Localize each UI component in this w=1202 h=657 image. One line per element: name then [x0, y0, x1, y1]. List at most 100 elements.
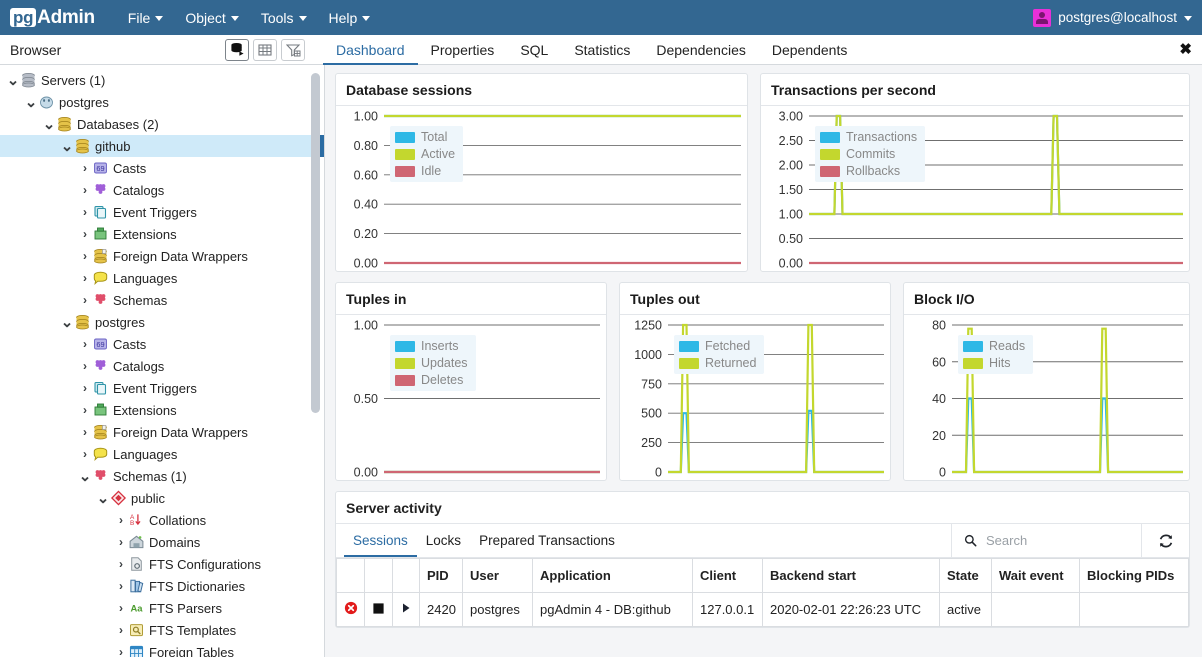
tab-locks[interactable]: Locks	[417, 524, 470, 557]
tree-item-event-triggers[interactable]: › Event Triggers	[0, 201, 324, 223]
terminate-cell[interactable]	[336, 592, 365, 627]
chevron-right-icon[interactable]: ›	[78, 205, 92, 219]
tree-item-schemas-1[interactable]: ⌄ Schemas (1)	[0, 465, 324, 487]
search-input[interactable]	[986, 533, 1129, 548]
tree-item-languages[interactable]: › Languages	[0, 267, 324, 289]
chevron-down-icon[interactable]: ⌄	[24, 95, 38, 110]
server-objects-icon-button[interactable]	[225, 38, 249, 61]
chevron-right-icon[interactable]: ›	[114, 601, 128, 615]
legend-item[interactable]: Reads	[963, 339, 1025, 353]
legend-item[interactable]: Idle	[395, 164, 455, 178]
tree-item-fts-parsers[interactable]: › Aa FTS Parsers	[0, 597, 324, 619]
chevron-right-icon[interactable]: ›	[78, 337, 92, 351]
menu-help[interactable]: Help	[318, 6, 382, 30]
tab-sessions[interactable]: Sessions	[344, 524, 417, 557]
chevron-right-icon[interactable]: ›	[114, 557, 128, 571]
grid-icon-button[interactable]	[253, 38, 277, 61]
legend-label: Deletes	[421, 373, 464, 387]
tree-item-domains[interactable]: › Domains	[0, 531, 324, 553]
tab-sql[interactable]: SQL	[507, 35, 561, 65]
tree-item-extensions[interactable]: › Extensions	[0, 223, 324, 245]
legend-item[interactable]: Total	[395, 130, 455, 144]
chevron-right-icon[interactable]: ›	[78, 403, 92, 417]
tab-properties[interactable]: Properties	[418, 35, 508, 65]
chevron-down-icon[interactable]: ⌄	[42, 117, 56, 132]
tree-item-extensions[interactable]: › Extensions	[0, 399, 324, 421]
legend-item[interactable]: Rollbacks	[820, 164, 917, 178]
chevron-right-icon[interactable]: ›	[114, 645, 128, 657]
chevron-right-icon[interactable]: ›	[114, 535, 128, 549]
tree-item-postgres[interactable]: ⌄ postgres	[0, 311, 324, 333]
chevron-right-icon[interactable]: ›	[78, 425, 92, 439]
chevron-right-icon[interactable]: ›	[78, 381, 92, 395]
logo-pg-text: pg	[10, 8, 37, 27]
legend-item[interactable]: Commits	[820, 147, 917, 161]
legend-item[interactable]: Transactions	[820, 130, 917, 144]
tree-scrollbar[interactable]	[311, 71, 320, 651]
legend-swatch-icon	[395, 374, 415, 386]
legend-swatch-icon	[395, 340, 415, 352]
tree-item-github[interactable]: ⌄ github	[0, 135, 324, 157]
tree-item-fts-configurations[interactable]: › FTS Configurations	[0, 553, 324, 575]
menu-file[interactable]: File	[117, 6, 175, 30]
chevron-right-icon[interactable]: ›	[78, 249, 92, 263]
legend-item[interactable]: Deletes	[395, 373, 468, 387]
legend-swatch-icon	[820, 131, 840, 143]
chevron-down-icon[interactable]: ⌄	[6, 73, 20, 88]
tab-dependents[interactable]: Dependents	[759, 35, 861, 65]
chevron-right-icon[interactable]: ›	[114, 579, 128, 593]
chevron-right-icon[interactable]: ›	[78, 271, 92, 285]
tree-item-schemas[interactable]: › Schemas	[0, 289, 324, 311]
tree-item-fts-dictionaries[interactable]: › FTS Dictionaries	[0, 575, 324, 597]
tab-statistics[interactable]: Statistics	[561, 35, 643, 65]
filter-icon-button[interactable]	[281, 38, 305, 61]
tree-item-databases-2[interactable]: ⌄ Databases (2)	[0, 113, 324, 135]
tree-item-catalogs[interactable]: › Catalogs	[0, 179, 324, 201]
chevron-down-icon[interactable]: ⌄	[60, 139, 74, 154]
tree-item-foreign-data-wrappers[interactable]: › Foreign Data Wrappers	[0, 421, 324, 443]
chevron-right-icon[interactable]: ›	[78, 183, 92, 197]
menu-object[interactable]: Object	[174, 6, 249, 30]
legend-item[interactable]: Fetched	[679, 339, 756, 353]
chevron-right-icon[interactable]: ›	[78, 447, 92, 461]
card-tuples-out: Tuples out 0 250 500 750 1000 1250 Fetched Retu…	[619, 282, 891, 481]
chevron-right-icon[interactable]: ›	[78, 359, 92, 373]
tree-item-casts[interactable]: › 69 Casts	[0, 157, 324, 179]
tree-item-collations[interactable]: › A B Collations	[0, 509, 324, 531]
cancel-cell[interactable]	[364, 592, 393, 627]
details-cell[interactable]	[392, 592, 420, 627]
legend-item[interactable]: Updates	[395, 356, 468, 370]
legend-label: Inserts	[421, 339, 459, 353]
chevron-right-icon[interactable]: ›	[78, 227, 92, 241]
legend-item[interactable]: Active	[395, 147, 455, 161]
legend-item[interactable]: Inserts	[395, 339, 468, 353]
tree-item-foreign-tables[interactable]: › Foreign Tables	[0, 641, 324, 657]
user-menu[interactable]: postgres@localhost	[1033, 8, 1192, 27]
refresh-button[interactable]	[1141, 524, 1189, 557]
chevron-down-icon[interactable]: ⌄	[60, 315, 74, 330]
tab-dependencies[interactable]: Dependencies	[643, 35, 759, 65]
tree-item-servers-1[interactable]: ⌄ Servers (1)	[0, 69, 324, 91]
search-box[interactable]	[951, 524, 1141, 557]
chevron-right-icon[interactable]: ›	[78, 161, 92, 175]
tree-item-fts-templates[interactable]: › FTS Templates	[0, 619, 324, 641]
tab-prepared-transactions[interactable]: Prepared Transactions	[470, 524, 624, 557]
chevron-right-icon[interactable]: ›	[114, 623, 128, 637]
menu-tools[interactable]: Tools	[250, 6, 318, 30]
tree-item-event-triggers[interactable]: › Event Triggers	[0, 377, 324, 399]
chevron-right-icon[interactable]: ›	[114, 513, 128, 527]
legend-item[interactable]: Hits	[963, 356, 1025, 370]
tree-item-casts[interactable]: › 69 Casts	[0, 333, 324, 355]
chevron-down-icon[interactable]: ⌄	[96, 491, 110, 506]
tree-item-postgres[interactable]: ⌄ postgres	[0, 91, 324, 113]
tree-item-languages[interactable]: › Languages	[0, 443, 324, 465]
tree-item-foreign-data-wrappers[interactable]: › Foreign Data Wrappers	[0, 245, 324, 267]
close-icon[interactable]: ✖	[1179, 42, 1192, 57]
tree-item-catalogs[interactable]: › Catalogs	[0, 355, 324, 377]
tree-item-public[interactable]: ⌄ public	[0, 487, 324, 509]
chevron-right-icon[interactable]: ›	[78, 293, 92, 307]
tab-dashboard[interactable]: Dashboard	[323, 35, 418, 65]
legend-item[interactable]: Returned	[679, 356, 756, 370]
tree-scrollbar-thumb[interactable]	[311, 73, 320, 413]
chevron-down-icon[interactable]: ⌄	[78, 469, 92, 484]
